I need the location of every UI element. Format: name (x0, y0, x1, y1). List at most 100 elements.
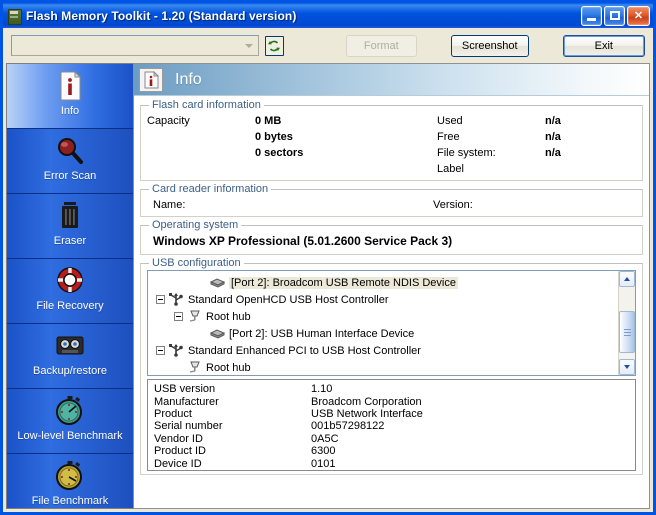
capacity-label: Capacity (147, 115, 190, 127)
sidebar-item-label: Backup/restore (33, 365, 107, 377)
tree-node-label: [Port 2]: USB Human Interface Device (229, 327, 415, 340)
chevron-up-icon (624, 277, 630, 281)
reader-version-label: Version: (433, 198, 473, 211)
sidebar-item-label: Low-level Benchmark (17, 430, 123, 442)
capacity-mb-value: 0 MB (255, 115, 282, 127)
tree-node[interactable]: [Port 2]: Broadcom USB Remote NDIS Devic… (152, 274, 618, 291)
sidebar-item-label: Error Scan (43, 170, 97, 182)
table-row: Product ID 6300 (154, 445, 635, 457)
capacity-row-sectors: 0 sectors (147, 145, 437, 161)
flash-card-icon (6, 8, 22, 25)
detail-value: 1.10 (311, 383, 333, 396)
sidebar-item-label: File Benchmark (31, 495, 109, 507)
sidebar-item-eraser[interactable]: Eraser (7, 194, 133, 259)
window-controls: ✕ (581, 5, 651, 26)
capacity-column: Capacity 0 MB 0 bytes 0 sectors (147, 113, 437, 177)
scroll-up-button[interactable] (619, 271, 635, 287)
sidebar-item-info[interactable]: Info (7, 64, 133, 129)
info-panel: Flash card information Capacity 0 MB 0 b… (134, 96, 649, 477)
detail-key: USB version (154, 383, 216, 396)
magnifier-icon (53, 134, 87, 168)
device-select[interactable] (11, 35, 259, 56)
usb-configuration-group: USB configuration [Port 2]: Broadcom USB… (140, 257, 643, 475)
sidebar-item-file-benchmark[interactable]: File Benchmark (7, 454, 133, 508)
detail-value: USB Network Interface (311, 407, 423, 420)
tree-node[interactable]: Standard OpenHCD USB Host Controller (152, 291, 618, 308)
detail-key: Serial number (154, 420, 223, 433)
filesystem-label: File system: (437, 147, 496, 159)
tree-node-label: Standard OpenHCD USB Host Controller (188, 293, 389, 306)
table-row: Device ID 0101 (154, 457, 635, 470)
table-row: Product USB Network Interface (154, 408, 635, 420)
window-title: Flash Memory Toolkit - 1.20 (Standard ve… (26, 8, 297, 23)
scroll-down-button[interactable] (619, 359, 635, 375)
capacity-row-bytes: 0 bytes (147, 129, 437, 145)
tree-node-label: Standard Enhanced PCI to USB Host Contro… (188, 344, 421, 357)
free-row: Free n/a (437, 129, 561, 145)
detail-value: 0101 (311, 457, 336, 470)
tree-collapse-toggle[interactable] (174, 312, 183, 321)
chevron-down-icon[interactable] (239, 36, 258, 55)
tree-node[interactable]: Root hub (152, 308, 618, 325)
trash-bin-icon (53, 199, 87, 233)
group-legend: USB configuration (152, 257, 241, 269)
sidebar-item-low-level-benchmark[interactable]: Low-level Benchmark (7, 389, 133, 454)
detail-key: Product (154, 407, 192, 420)
tree-collapse-toggle[interactable] (156, 295, 165, 304)
navigation-sidebar: Info Error Scan Eraser File Recovery Bac… (6, 63, 134, 509)
application-window: Flash Memory Toolkit - 1.20 (Standard ve… (0, 0, 656, 515)
table-row: Serial number 001b57298122 (154, 420, 635, 432)
stopwatch-teal-icon (53, 394, 87, 428)
tree-node[interactable]: [Port 2]: USB Human Interface Device (152, 325, 618, 342)
usb-hub-icon (186, 360, 203, 375)
operating-system-value: Windows XP Professional (5.01.2600 Servi… (153, 234, 453, 248)
used-value: n/a (545, 115, 561, 127)
usb-device-icon (209, 275, 226, 290)
usb-controller-icon (168, 292, 185, 307)
refresh-button[interactable] (264, 35, 284, 56)
group-legend: Flash card information (152, 99, 261, 111)
chevron-down-icon (624, 365, 630, 369)
sidebar-item-error-scan[interactable]: Error Scan (7, 129, 133, 194)
tree-node-label: Root hub (206, 310, 251, 323)
detail-key: Device ID (154, 457, 202, 470)
info-document-icon (139, 67, 163, 92)
usb-tree-container: [Port 2]: Broadcom USB Remote NDIS Devic… (147, 270, 636, 376)
free-value: n/a (545, 131, 561, 143)
used-row: Used n/a (437, 113, 561, 129)
label-label: Label (437, 163, 464, 175)
usb-device-tree[interactable]: [Port 2]: Broadcom USB Remote NDIS Devic… (148, 271, 618, 375)
maximize-button[interactable] (604, 5, 625, 26)
tree-node[interactable]: Root hub (152, 359, 618, 375)
exit-button[interactable]: Exit (562, 34, 646, 57)
close-button[interactable]: ✕ (627, 5, 650, 26)
detail-value: 0A5C (311, 432, 339, 445)
main-toolbar: Format Screenshot Exit (3, 28, 653, 63)
tree-node[interactable]: Standard Enhanced PCI to USB Host Contro… (152, 342, 618, 359)
sidebar-item-backup-restore[interactable]: Backup/restore (7, 324, 133, 389)
tree-vertical-scrollbar[interactable] (618, 271, 635, 375)
sidebar-item-file-recovery[interactable]: File Recovery (7, 259, 133, 324)
scrollbar-thumb[interactable] (619, 311, 635, 353)
capacity-bytes-value: 0 bytes (255, 131, 293, 143)
window-body: Info Error Scan Eraser File Recovery Bac… (3, 63, 653, 512)
page-header: Info (134, 64, 649, 96)
cassette-tape-icon (53, 329, 87, 363)
format-button[interactable]: Format (345, 34, 417, 57)
detail-key: Vendor ID (154, 432, 203, 445)
capacity-sectors-value: 0 sectors (255, 147, 304, 159)
screenshot-button[interactable]: Screenshot (450, 34, 529, 57)
detail-value: 6300 (311, 445, 336, 458)
table-row: USB version 1.10 (154, 383, 635, 395)
usb-controller-icon (168, 343, 185, 358)
usb-device-icon (209, 326, 226, 341)
usb-hub-icon (186, 309, 203, 324)
scrollbar-track[interactable] (619, 287, 635, 359)
tree-collapse-toggle[interactable] (156, 346, 165, 355)
free-label: Free (437, 131, 460, 143)
group-legend: Card reader information (152, 183, 269, 195)
minimize-button[interactable] (581, 5, 602, 26)
info-document-icon (53, 69, 87, 103)
capacity-row-mb: Capacity 0 MB (147, 113, 437, 129)
stopwatch-yellow-icon (53, 459, 87, 493)
